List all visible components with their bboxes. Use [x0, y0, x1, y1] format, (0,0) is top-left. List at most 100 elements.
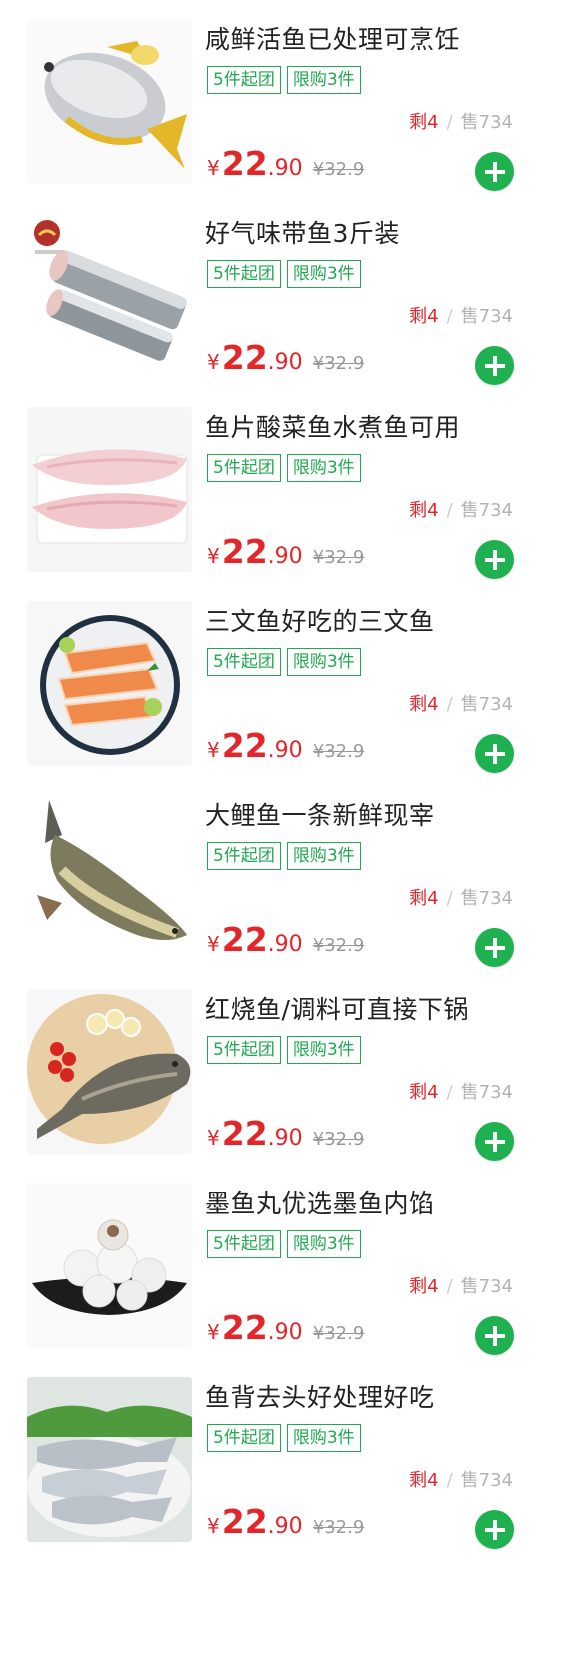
min-group-tag: 5件起团: [207, 260, 281, 288]
price-decimal: .90: [267, 544, 303, 569]
add-to-cart-button[interactable]: [475, 1122, 514, 1161]
stock-info: 剩4 / 售734: [409, 1079, 513, 1107]
currency-symbol: ¥: [207, 738, 220, 762]
original-price: ¥32.9: [312, 1129, 365, 1150]
original-price: ¥32.9: [312, 1517, 365, 1538]
stock-info: 剩4 / 售734: [409, 109, 513, 137]
add-to-cart-button[interactable]: [475, 734, 514, 773]
stock-separator: /: [446, 1082, 453, 1103]
product-card[interactable]: 好气味带鱼3斤装 5件起团 限购3件 剩4 / 售734 ¥22.90 ¥32.9: [0, 213, 570, 407]
product-card[interactable]: 大鲤鱼一条新鲜现宰 5件起团 限购3件 剩4 / 售734 ¥22.90 ¥32.9: [0, 795, 570, 989]
remaining-count: 剩4: [409, 1470, 439, 1491]
price: ¥22.90 ¥32.9: [207, 144, 364, 190]
stock-separator: /: [446, 1470, 453, 1491]
min-group-tag: 5件起团: [207, 1230, 281, 1258]
remaining-count: 剩4: [409, 1082, 439, 1103]
price-decimal: .90: [267, 1126, 303, 1151]
stock-separator: /: [446, 1276, 453, 1297]
original-price: ¥32.9: [312, 547, 365, 568]
product-tags: 5件起团 限购3件: [207, 842, 361, 870]
currency-symbol: ¥: [207, 544, 220, 568]
sold-count: 售734: [460, 112, 513, 133]
add-to-cart-button[interactable]: [475, 540, 514, 579]
product-image[interactable]: [27, 213, 192, 378]
purchase-limit-tag: 限购3件: [286, 260, 361, 288]
currency-symbol: ¥: [207, 1320, 220, 1344]
price-integer: 22: [221, 726, 268, 765]
purchase-limit-tag: 限购3件: [286, 648, 361, 676]
product-card[interactable]: 墨鱼丸优选墨鱼内馅 5件起团 限购3件 剩4 / 售734 ¥22.90 ¥32.9: [0, 1183, 570, 1377]
cuttlefish-balls-bowl-image: [27, 1183, 192, 1348]
product-card[interactable]: 鱼背去头好处理好吃 5件起团 限购3件 剩4 / 售734 ¥22.90 ¥32.9: [0, 1377, 570, 1571]
stock-info: 剩4 / 售734: [409, 303, 513, 331]
price: ¥22.90 ¥32.9: [207, 920, 364, 966]
stock-separator: /: [446, 306, 453, 327]
sold-count: 售734: [460, 888, 513, 909]
golden-pompano-fish-image: [27, 19, 192, 184]
price-decimal: .90: [267, 1514, 303, 1539]
add-to-cart-button[interactable]: [475, 152, 514, 191]
sold-count: 售734: [460, 694, 513, 715]
price: ¥22.90 ¥32.9: [207, 726, 364, 772]
product-image[interactable]: [27, 1183, 192, 1348]
currency-symbol: ¥: [207, 932, 220, 956]
product-title[interactable]: 鱼背去头好处理好吃: [205, 1381, 435, 1415]
sold-count: 售734: [460, 1082, 513, 1103]
product-title[interactable]: 咸鲜活鱼已处理可烹饪: [205, 23, 460, 57]
remaining-count: 剩4: [409, 888, 439, 909]
add-to-cart-button[interactable]: [475, 346, 514, 385]
price-decimal: .90: [267, 156, 303, 181]
product-image[interactable]: [27, 795, 192, 960]
product-image[interactable]: [27, 19, 192, 184]
min-group-tag: 5件起团: [207, 842, 281, 870]
price: ¥22.90 ¥32.9: [207, 1502, 364, 1548]
purchase-limit-tag: 限购3件: [286, 842, 361, 870]
min-group-tag: 5件起团: [207, 454, 281, 482]
price-decimal: .90: [267, 1320, 303, 1345]
price-decimal: .90: [267, 350, 303, 375]
product-tags: 5件起团 限购3件: [207, 260, 361, 288]
add-to-cart-button[interactable]: [475, 1316, 514, 1355]
price-integer: 22: [221, 920, 268, 959]
perch-on-cutting-board-image: [27, 989, 192, 1154]
stock-info: 剩4 / 售734: [409, 1467, 513, 1495]
original-price: ¥32.9: [312, 1323, 365, 1344]
product-tags: 5件起团 限购3件: [207, 1230, 361, 1258]
fish-fillets-on-board-image: [27, 407, 192, 572]
product-title[interactable]: 红烧鱼/调料可直接下锅: [205, 993, 469, 1027]
add-to-cart-button[interactable]: [475, 928, 514, 967]
product-card[interactable]: 鱼片酸菜鱼水煮鱼可用 5件起团 限购3件 剩4 / 售734 ¥22.90 ¥32.…: [0, 407, 570, 601]
price: ¥22.90 ¥32.9: [207, 1308, 364, 1354]
product-card[interactable]: 红烧鱼/调料可直接下锅 5件起团 限购3件 剩4 / 售734 ¥22.90 ¥32…: [0, 989, 570, 1183]
currency-symbol: ¥: [207, 350, 220, 374]
original-price: ¥32.9: [312, 935, 365, 956]
product-card[interactable]: 三文鱼好吃的三文鱼 5件起团 限购3件 剩4 / 售734 ¥22.90 ¥32.9: [0, 601, 570, 795]
product-image[interactable]: [27, 407, 192, 572]
add-to-cart-button[interactable]: [475, 1510, 514, 1549]
price-integer: 22: [221, 144, 268, 183]
product-title[interactable]: 好气味带鱼3斤装: [205, 217, 400, 251]
purchase-limit-tag: 限购3件: [286, 454, 361, 482]
remaining-count: 剩4: [409, 694, 439, 715]
price-integer: 22: [221, 532, 268, 571]
sold-count: 售734: [460, 306, 513, 327]
product-image[interactable]: [27, 601, 192, 766]
product-card[interactable]: 咸鲜活鱼已处理可烹饪 5件起团 限购3件 剩4 / 售734 ¥22.90 ¥32.…: [0, 19, 570, 213]
product-title[interactable]: 鱼片酸菜鱼水煮鱼可用: [205, 411, 460, 445]
grass-carp-image: [27, 795, 192, 960]
price-integer: 22: [221, 338, 268, 377]
price: ¥22.90 ¥32.9: [207, 1114, 364, 1160]
product-title[interactable]: 大鲤鱼一条新鲜现宰: [205, 799, 435, 833]
product-tags: 5件起团 限购3件: [207, 454, 361, 482]
currency-symbol: ¥: [207, 156, 220, 180]
product-image[interactable]: [27, 989, 192, 1154]
price-integer: 22: [221, 1502, 268, 1541]
product-title[interactable]: 墨鱼丸优选墨鱼内馅: [205, 1187, 435, 1221]
product-image[interactable]: [27, 1377, 192, 1542]
min-group-tag: 5件起团: [207, 1424, 281, 1452]
sold-count: 售734: [460, 1276, 513, 1297]
stock-info: 剩4 / 售734: [409, 1273, 513, 1301]
price-decimal: .90: [267, 738, 303, 763]
hairtail-fish-pieces-image: [27, 213, 192, 378]
product-title[interactable]: 三文鱼好吃的三文鱼: [205, 605, 435, 639]
